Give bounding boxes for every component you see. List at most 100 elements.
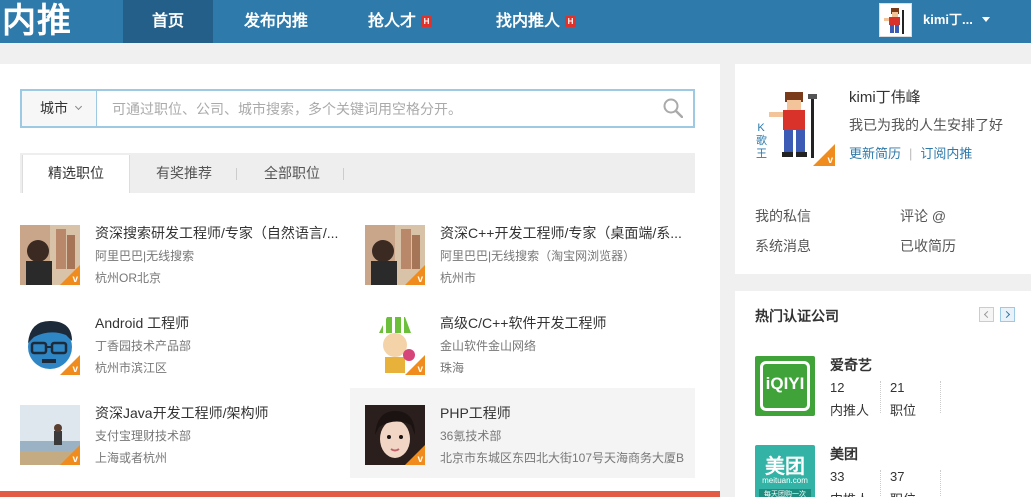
- job-title[interactable]: 高级C/C++软件开发工程师: [440, 313, 700, 333]
- nav-grab-talent-label: 抢人才: [367, 13, 416, 30]
- search-icon[interactable]: [663, 98, 683, 118]
- update-resume-link[interactable]: 更新简历: [849, 146, 901, 161]
- next-button[interactable]: [1000, 307, 1015, 322]
- nav-grab-talent[interactable]: 抢人才 H: [350, 0, 450, 43]
- job-company: 丁香园技术产品部: [95, 339, 192, 353]
- tab-featured-jobs[interactable]: 精选职位: [22, 155, 130, 193]
- verified-badge-label: v: [72, 454, 78, 465]
- hot-badge: H: [421, 16, 432, 27]
- job-poster-avatar[interactable]: v: [20, 315, 80, 375]
- job-location: 北京市东城区东四北大街107号天海商务大厦B: [440, 451, 685, 465]
- job-location: 上海或者杭州: [95, 451, 168, 465]
- company-name[interactable]: 美团: [830, 444, 858, 464]
- stat-divider: [880, 381, 881, 413]
- system-messages-link[interactable]: 系统消息: [755, 236, 811, 256]
- job-title[interactable]: PHP工程师: [440, 403, 700, 423]
- job-title[interactable]: 资深C++开发工程师/专家（桌面端/系...: [440, 223, 700, 243]
- company-logo-subtext: meituan.com: [762, 476, 808, 485]
- bottom-accent-bar: [0, 491, 720, 497]
- search-input[interactable]: [112, 91, 652, 126]
- user-name[interactable]: kimi丁...: [923, 0, 973, 43]
- chevron-down-icon: [74, 102, 83, 111]
- comments-link[interactable]: 评论 @: [900, 206, 946, 226]
- profile-motto: 我已为我的人生安排了好: [849, 117, 1003, 133]
- chevron-left-icon: [983, 310, 992, 319]
- user-menu-caret-icon[interactable]: [982, 17, 990, 22]
- site-logo[interactable]: 内推: [2, 2, 72, 40]
- profile-name[interactable]: kimi丁伟峰: [849, 86, 921, 107]
- job-title[interactable]: Android 工程师: [95, 313, 355, 333]
- verified-badge-label: v: [417, 274, 423, 285]
- verified-badge-label: v: [827, 155, 833, 166]
- tab-label: 有奖推荐: [156, 165, 212, 181]
- job-company: 支付宝理财技术部: [95, 429, 192, 443]
- received-resumes-link[interactable]: 已收简历: [900, 236, 956, 256]
- nav-home-label: 首页: [151, 13, 184, 30]
- tab-label: 精选职位: [48, 165, 104, 181]
- tab-divider: [343, 168, 344, 180]
- job-poster-avatar[interactable]: v: [20, 225, 80, 285]
- hot-companies-title: 热门认证公司: [755, 308, 839, 324]
- city-select[interactable]: 城市: [22, 91, 97, 126]
- nav-home[interactable]: 首页: [123, 0, 213, 43]
- top-navigation: 内推 首页 发布内推 抢人才 H 找内推人 H kimi丁...: [0, 0, 1031, 43]
- subscribe-referral-link[interactable]: 订阅内推: [920, 146, 972, 161]
- tab-all-jobs[interactable]: 全部职位: [242, 153, 342, 193]
- verified-badge-label: v: [72, 274, 78, 285]
- job-item[interactable]: v PHP工程师 36氪技术部 北京市东城区东四北大街107号天海商务大厦B: [350, 388, 695, 478]
- referrer-count: 12: [830, 380, 845, 395]
- pixel-singer-avatar-icon: [880, 4, 911, 36]
- job-location: 杭州市滨江区: [95, 361, 168, 375]
- nav-find-referrer[interactable]: 找内推人 H: [476, 0, 596, 43]
- link-divider: |: [909, 146, 913, 161]
- job-count: 37: [890, 469, 905, 484]
- job-title[interactable]: 资深Java开发工程师/架构师: [95, 403, 355, 423]
- company-logo-text: iQIYI: [765, 374, 805, 393]
- job-poster-avatar[interactable]: v: [365, 405, 425, 465]
- profile-avatar[interactable]: K 歌 王 v: [755, 86, 835, 166]
- company-name[interactable]: 爱奇艺: [830, 355, 872, 375]
- job-location: 杭州OR北京: [95, 271, 162, 285]
- tab-reward-referral[interactable]: 有奖推荐: [134, 153, 234, 193]
- job-item[interactable]: v 资深Java开发工程师/架构师 支付宝理财技术部 上海或者杭州: [20, 405, 360, 495]
- tab-divider: [236, 168, 237, 180]
- stat-divider: [940, 381, 941, 413]
- job-poster-avatar[interactable]: v: [20, 405, 80, 465]
- referrer-label: 内推人: [830, 489, 869, 497]
- referrer-label: 内推人: [830, 403, 870, 418]
- job-item[interactable]: v 资深C++开发工程师/专家（桌面端/系... 阿里巴巴|无线搜索（淘宝网浏览…: [365, 225, 705, 315]
- user-avatar[interactable]: [879, 3, 912, 37]
- stat-divider: [880, 470, 881, 497]
- job-item[interactable]: v 资深搜索研发工程师/专家（自然语言/... 阿里巴巴|无线搜索 杭州OR北京: [20, 225, 360, 315]
- job-location: 杭州市: [440, 271, 477, 285]
- stat-divider: [940, 470, 941, 497]
- verified-badge-label: v: [417, 454, 423, 465]
- job-company: 36氪技术部: [440, 429, 502, 443]
- prev-button[interactable]: [979, 307, 994, 322]
- job-company: 阿里巴巴|无线搜索: [95, 249, 195, 263]
- job-poster-avatar[interactable]: v: [365, 225, 425, 285]
- job-count: 21: [890, 380, 905, 395]
- job-title[interactable]: 资深搜索研发工程师/专家（自然语言/...: [95, 223, 355, 243]
- nav-post-referral[interactable]: 发布内推: [226, 0, 326, 43]
- company-logo-text: 美团: [765, 456, 805, 478]
- nav-find-referrer-label: 找内推人: [495, 13, 560, 30]
- chevron-right-icon: [1002, 310, 1011, 319]
- job-location: 珠海: [440, 361, 465, 375]
- hot-badge: H: [565, 16, 576, 27]
- search-bar: 城市: [20, 89, 695, 128]
- company-logo-iqiyi[interactable]: iQIYI: [755, 356, 815, 416]
- my-messages-link[interactable]: 我的私信: [755, 206, 811, 226]
- job-company: 金山软件金山网络: [440, 339, 537, 353]
- city-select-label: 城市: [40, 100, 68, 116]
- nav-post-referral-label: 发布内推: [243, 13, 308, 30]
- tab-label: 全部职位: [264, 165, 320, 181]
- company-logo-meituan[interactable]: 美团 meituan.com 每天团购一次: [755, 445, 815, 497]
- company-logo-slogan: 每天团购一次: [759, 489, 811, 497]
- hot-companies-panel: 热门认证公司 iQIYI 爱奇艺 12 内推人 21 职位 美团 meituan…: [735, 291, 1031, 497]
- job-poster-avatar[interactable]: v: [365, 315, 425, 375]
- verified-badge-label: v: [72, 364, 78, 375]
- job-item[interactable]: v Android 工程师 丁香园技术产品部 杭州市滨江区: [20, 315, 360, 405]
- main-panel: 城市 精选职位 有奖推荐 全部职位: [0, 64, 720, 497]
- avatar-caption: K 歌 王: [756, 122, 767, 160]
